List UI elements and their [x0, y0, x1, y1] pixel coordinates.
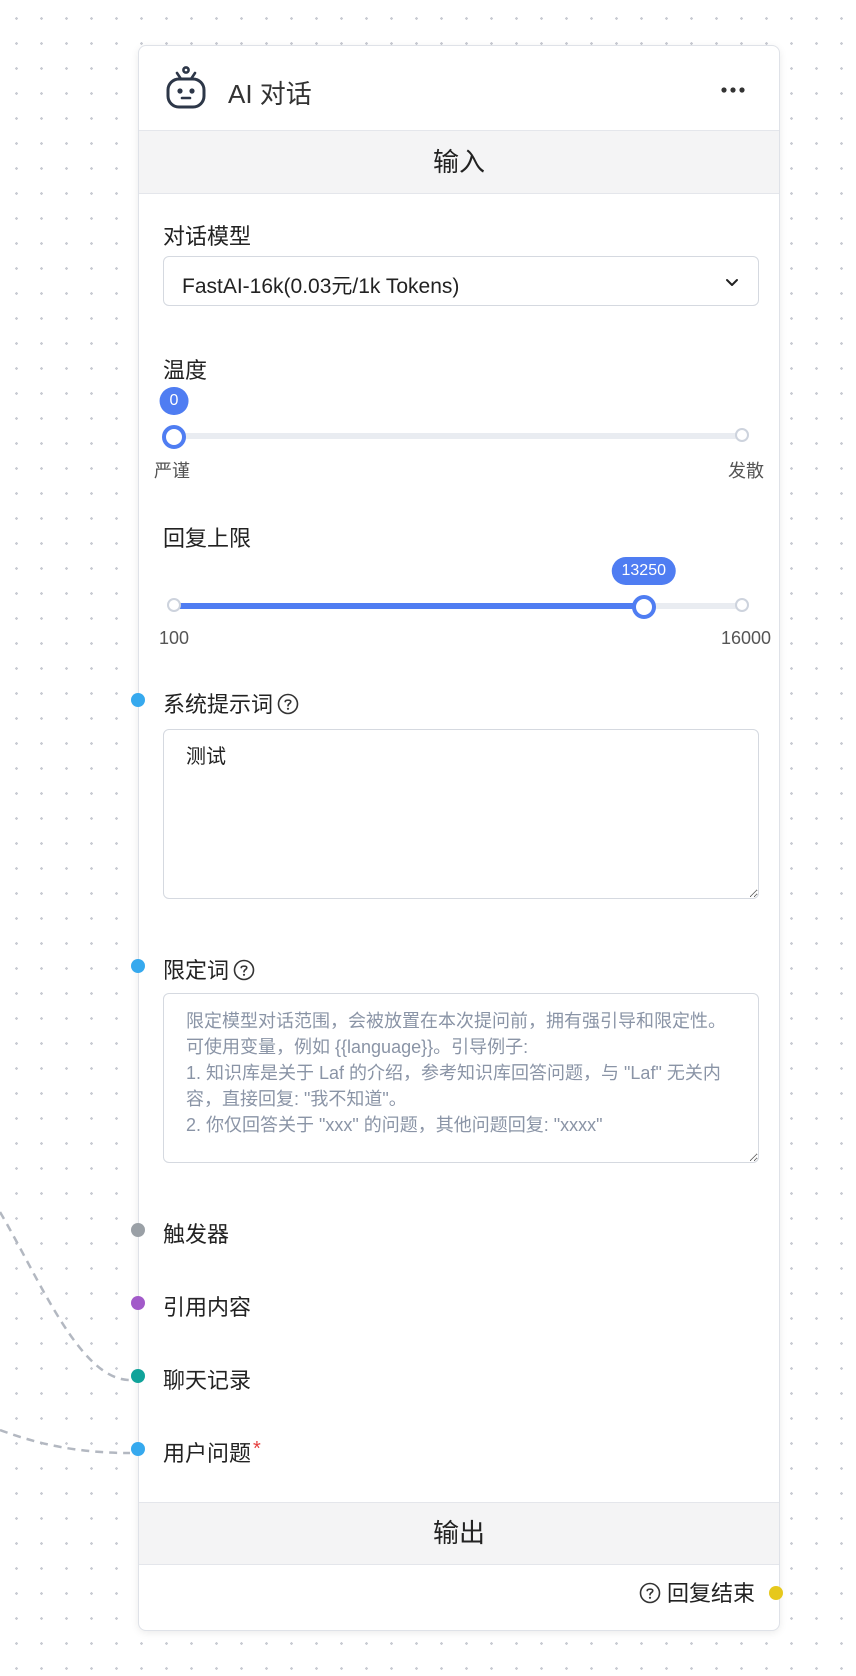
quote-label: 引用内容: [163, 1295, 252, 1320]
max-tokens-max-label: 16000: [720, 628, 771, 648]
user-question-input-port[interactable]: [131, 1442, 145, 1456]
trigger-input-port[interactable]: [131, 1223, 145, 1237]
max-tokens-slider[interactable]: 13250: [163, 557, 759, 619]
trigger-label: 触发器: [163, 1222, 230, 1247]
input-section-header: 输入: [139, 131, 779, 194]
required-mark: *: [253, 1438, 261, 1460]
finish-output-port[interactable]: [769, 1586, 783, 1600]
max-tokens-min-label: 100: [159, 628, 190, 648]
model-label: 对话模型: [163, 224, 252, 249]
limit-prompt-input-port[interactable]: [131, 959, 145, 973]
ai-chat-node[interactable]: AI 对话 输入 对话模型 FastAI-16k(0.03元/1k Tokens…: [131, 45, 783, 1631]
finish-output: 回复结束: [635, 1576, 755, 1608]
max-tokens-label: 回复上限: [163, 526, 252, 551]
robot-icon: [166, 66, 206, 109]
slider-thumb[interactable]: [162, 425, 186, 449]
system-prompt-textarea[interactable]: 测试: [163, 729, 759, 899]
history-input-port[interactable]: [131, 1369, 145, 1383]
user-question-label: 用户问题 *: [163, 1436, 261, 1468]
model-select-value: FastAI-16k(0.03元/1k Tokens): [182, 275, 460, 298]
slider-value-bubble: 0: [159, 387, 189, 415]
chevron-down-icon: [726, 279, 738, 286]
quote-input-port[interactable]: [131, 1296, 145, 1310]
history-label: 聊天记录: [163, 1368, 252, 1393]
slider-track: [177, 433, 745, 439]
node-title: AI 对话: [228, 79, 312, 109]
help-circle-icon[interactable]: [233, 959, 255, 981]
edge-user-question[interactable]: [0, 1428, 131, 1455]
limit-prompt-textarea[interactable]: [163, 993, 759, 1163]
node-header[interactable]: AI 对话: [139, 46, 779, 131]
system-prompt-input-port[interactable]: [131, 693, 145, 707]
help-circle-icon[interactable]: [277, 693, 299, 715]
user-question-label-text: 用户问题: [163, 1441, 252, 1466]
slider-min-mark: [167, 598, 181, 612]
slider-fill: [177, 603, 644, 609]
temperature-min-label: 严谨: [154, 461, 190, 481]
temperature-slider[interactable]: 0: [159, 387, 759, 449]
more-options-icon[interactable]: [719, 76, 747, 104]
model-select[interactable]: FastAI-16k(0.03元/1k Tokens): [163, 256, 759, 306]
help-circle-icon[interactable]: [639, 1582, 661, 1604]
slider-value-bubble: 13250: [611, 557, 676, 585]
slider-max-mark: [735, 428, 749, 442]
slider-thumb[interactable]: [631, 595, 656, 619]
temperature-max-label: 发散: [728, 461, 764, 481]
slider-max-mark: [735, 598, 749, 612]
system-prompt-label-text: 系统提示词: [163, 692, 274, 717]
limit-prompt-label-text: 限定词: [163, 958, 230, 983]
finish-output-label: 回复结束: [666, 1581, 755, 1606]
output-section-header: 输出: [139, 1502, 779, 1565]
limit-prompt-label: 限定词: [163, 953, 255, 985]
system-prompt-label: 系统提示词: [163, 687, 299, 719]
temperature-label: 温度: [163, 358, 208, 383]
edge-history[interactable]: [0, 1211, 131, 1382]
